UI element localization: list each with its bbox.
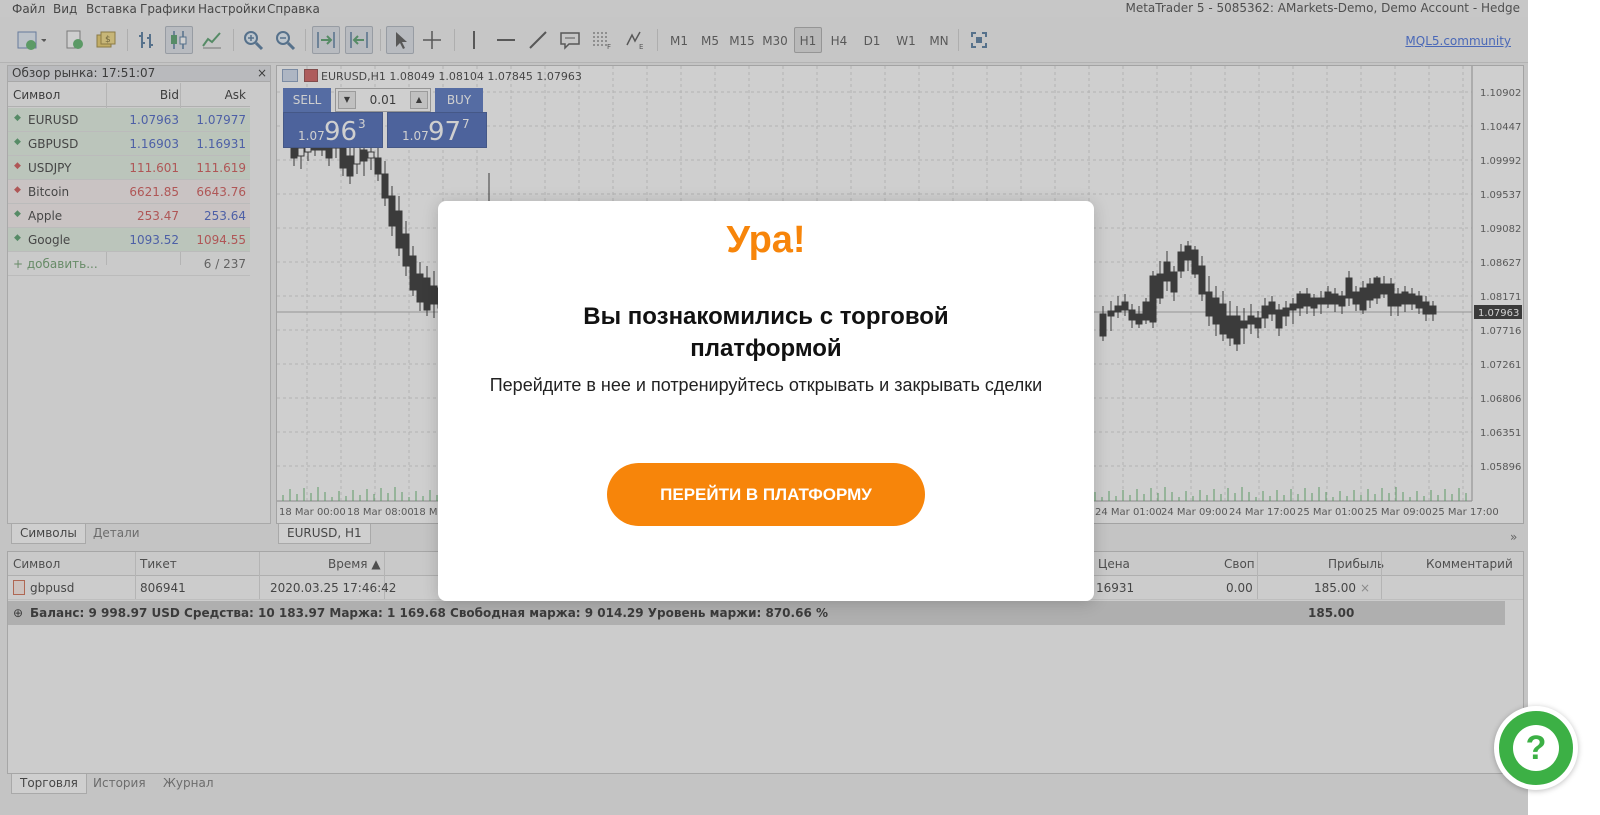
completion-modal: Ура! Вы познакомились с торговой платфор… [438,201,1094,601]
modal-description: Перейдите в нее и потренируйтесь открыва… [489,375,1043,395]
modal-heading: Вы познакомились с торговой платформой [438,301,1094,365]
right-margin [1528,0,1600,815]
go-to-platform-button[interactable]: ПЕРЕЙТИ В ПЛАТФОРМУ [607,463,925,526]
question-icon: ? [1513,725,1559,771]
modal-title: Ура! [726,219,806,261]
modal-heading-line1: Вы познакомились с торговой [583,303,949,330]
modal-heading-line2: платформой [690,335,842,362]
chat-widget-button[interactable]: ? [1494,706,1578,790]
